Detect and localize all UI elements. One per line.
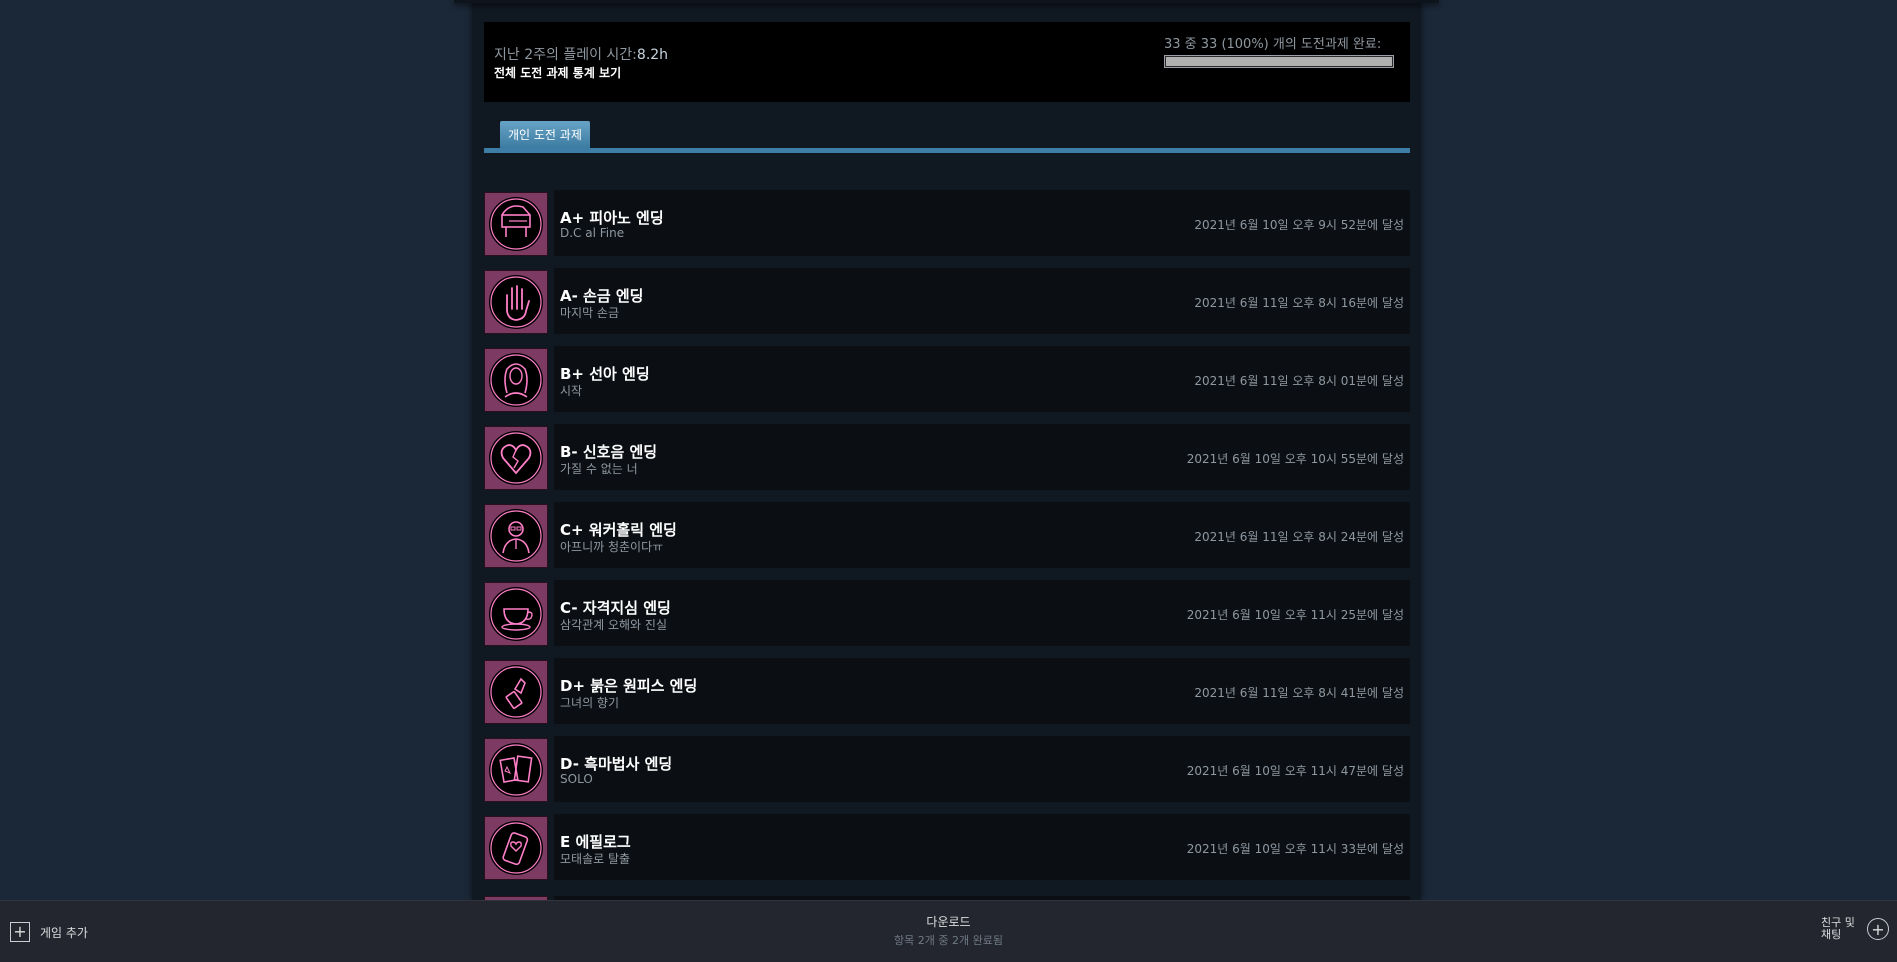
achievement-info: C+ 워커홀릭 엔딩 아프니까 청춘이다ㅠ 2021년 6월 11일 오후 8시 2… bbox=[554, 502, 1410, 568]
completion-progress-fill bbox=[1166, 57, 1392, 66]
achievement-unlock-date: 2021년 6월 11일 오후 8시 01분에 달성 bbox=[1194, 374, 1404, 388]
stats-summary: 지난 2주의 플레이 시간:8.2h 전체 도전 과제 통계 보기 33 중 3… bbox=[484, 22, 1410, 102]
achievement-unlock-date: 2021년 6월 11일 오후 8시 41분에 달성 bbox=[1194, 686, 1404, 700]
achievement-title: D- 흑마법사 엔딩 bbox=[560, 755, 673, 773]
achievement-row: C- 자격지심 엔딩 삼각관계 오해와 진실 2021년 6월 10일 오후 11시… bbox=[484, 580, 1410, 646]
achievement-row: B- 신호음 엔딩 가질 수 없는 너 2021년 6월 10일 오후 10시 55… bbox=[484, 424, 1410, 490]
achievement-description: D.C al Fine bbox=[560, 226, 625, 240]
achievement-title: B+ 선아 엔딩 bbox=[560, 365, 650, 383]
friends-chat-button[interactable]: 친구 및 채팅 + bbox=[1821, 917, 1889, 941]
all-stats-link[interactable]: 전체 도전 과제 통계 보기 bbox=[494, 64, 621, 81]
achievement-title: B- 신호음 엔딩 bbox=[560, 443, 658, 461]
header-edge bbox=[454, 0, 1439, 3]
playtime-label: 지난 2주의 플레이 시간: bbox=[494, 47, 637, 63]
achievement-info: B- 신호음 엔딩 가질 수 없는 너 2021년 6월 10일 오후 10시 55… bbox=[554, 424, 1410, 490]
playtime-text: 지난 2주의 플레이 시간:8.2h bbox=[494, 44, 668, 64]
achievement-description: 가질 수 없는 너 bbox=[560, 462, 638, 476]
completion-summary: 33 중 33 (100%) 개의 도전과제 완료: bbox=[1164, 33, 1394, 68]
achievement-info: E 에필로그 모태솔로 탈출 2021년 6월 10일 오후 11시 33분에 달성 bbox=[554, 814, 1410, 880]
achievement-title: A+ 피아노 엔딩 bbox=[560, 209, 664, 227]
achievement-title: D+ 붉은 원피스 엔딩 bbox=[560, 677, 698, 695]
achievement-row: A- 손금 엔딩 마지막 손금 2021년 6월 11일 오후 8시 16분에 달성 bbox=[484, 268, 1410, 334]
achievement-info: D+ 붉은 원피스 엔딩 그녀의 향기 2021년 6월 11일 오후 8시 41분… bbox=[554, 658, 1410, 724]
achievement-description: 모태솔로 탈출 bbox=[560, 852, 631, 866]
achievement-unlock-date: 2021년 6월 10일 오후 11시 25분에 달성 bbox=[1186, 608, 1404, 622]
downloads-status-button[interactable]: 다운로드 항목 2개 중 2개 완료됨 bbox=[0, 913, 1897, 948]
lipstick-icon bbox=[484, 660, 548, 724]
achievement-title: C- 자격지심 엔딩 bbox=[560, 599, 671, 617]
achievement-unlock-date: 2021년 6월 11일 오후 8시 16분에 달성 bbox=[1194, 296, 1404, 310]
achievement-info: A- 손금 엔딩 마지막 손금 2021년 6월 11일 오후 8시 16분에 달성 bbox=[554, 268, 1410, 334]
friends-chat-label: 친구 및 채팅 bbox=[1821, 917, 1861, 941]
achievement-unlock-date: 2021년 6월 10일 오후 10시 55분에 달성 bbox=[1186, 452, 1404, 466]
tarot-cards-icon bbox=[484, 738, 548, 802]
downloads-progress-text: 항목 2개 중 2개 완료됨 bbox=[894, 934, 1003, 947]
achievement-info: C- 자격지심 엔딩 삼각관계 오해와 진실 2021년 6월 10일 오후 11시… bbox=[554, 580, 1410, 646]
tab-personal-achievements[interactable]: 개인 도전 과제 bbox=[500, 121, 590, 149]
achievement-description: 시작 bbox=[560, 384, 583, 398]
achievement-row: E 에필로그 모태솔로 탈출 2021년 6월 10일 오후 11시 33분에 달성 bbox=[484, 814, 1410, 880]
completion-progress-bar bbox=[1164, 55, 1394, 68]
completion-text: 33 중 33 (100%) 개의 도전과제 완료: bbox=[1164, 37, 1382, 52]
achievement-title: A- 손금 엔딩 bbox=[560, 287, 644, 305]
bottom-bar: + 게임 추가 다운로드 항목 2개 중 2개 완료됨 친구 및 채팅 + bbox=[0, 900, 1897, 962]
achievement-unlock-date: 2021년 6월 10일 오후 9시 52분에 달성 bbox=[1194, 218, 1404, 232]
achievement-info: D- 흑마법사 엔딩 SOLO 2021년 6월 10일 오후 11시 47분에 달… bbox=[554, 736, 1410, 802]
achievement-row: C+ 워커홀릭 엔딩 아프니까 청춘이다ㅠ 2021년 6월 11일 오후 8시 2… bbox=[484, 502, 1410, 568]
teacup-icon bbox=[484, 582, 548, 646]
tab-underline bbox=[484, 148, 1410, 153]
achievement-row: D- 흑마법사 엔딩 SOLO 2021년 6월 10일 오후 11시 47분에 달… bbox=[484, 736, 1410, 802]
achievement-row: A+ 피아노 엔딩 D.C al Fine 2021년 6월 10일 오후 9시 5… bbox=[484, 190, 1410, 256]
downloads-title: 다운로드 bbox=[926, 915, 971, 929]
playtime-value: 8.2h bbox=[636, 47, 669, 63]
achievement-info: B+ 선아 엔딩 시작 2021년 6월 11일 오후 8시 01분에 달성 bbox=[554, 346, 1410, 412]
achievement-unlock-date: 2021년 6월 11일 오후 8시 24분에 달성 bbox=[1194, 530, 1404, 544]
achievement-description: SOLO bbox=[560, 772, 593, 786]
friends-chat-label-line2: 채팅 bbox=[1821, 928, 1842, 941]
achievement-row: D+ 붉은 원피스 엔딩 그녀의 향기 2021년 6월 11일 오후 8시 41분… bbox=[484, 658, 1410, 724]
girl-portrait-icon bbox=[484, 348, 548, 412]
achievement-unlock-date: 2021년 6월 10일 오후 11시 33분에 달성 bbox=[1186, 842, 1404, 856]
hand-icon bbox=[484, 270, 548, 334]
achievement-row: B+ 선아 엔딩 시작 2021년 6월 11일 오후 8시 01분에 달성 bbox=[484, 346, 1410, 412]
achievement-description: 삼각관계 오해와 진실 bbox=[560, 618, 667, 632]
achievement-unlock-date: 2021년 6월 10일 오후 11시 47분에 달성 bbox=[1186, 764, 1404, 778]
phone-heart-icon bbox=[484, 816, 548, 880]
achievement-description: 아프니까 청춘이다ㅠ bbox=[560, 540, 664, 554]
achievement-description: 그녀의 향기 bbox=[560, 696, 620, 710]
piano-icon bbox=[484, 192, 548, 256]
achievement-title: E 에필로그 bbox=[560, 833, 631, 851]
achievement-list: A+ 피아노 엔딩 D.C al Fine 2021년 6월 10일 오후 9시 5… bbox=[484, 190, 1410, 892]
achievement-description: 마지막 손금 bbox=[560, 306, 620, 320]
office-man-icon bbox=[484, 504, 548, 568]
broken-heart-icon bbox=[484, 426, 548, 490]
achievement-info: A+ 피아노 엔딩 D.C al Fine 2021년 6월 10일 오후 9시 5… bbox=[554, 190, 1410, 256]
achievement-title: C+ 워커홀릭 엔딩 bbox=[560, 521, 677, 539]
add-friend-icon: + bbox=[1867, 918, 1889, 940]
